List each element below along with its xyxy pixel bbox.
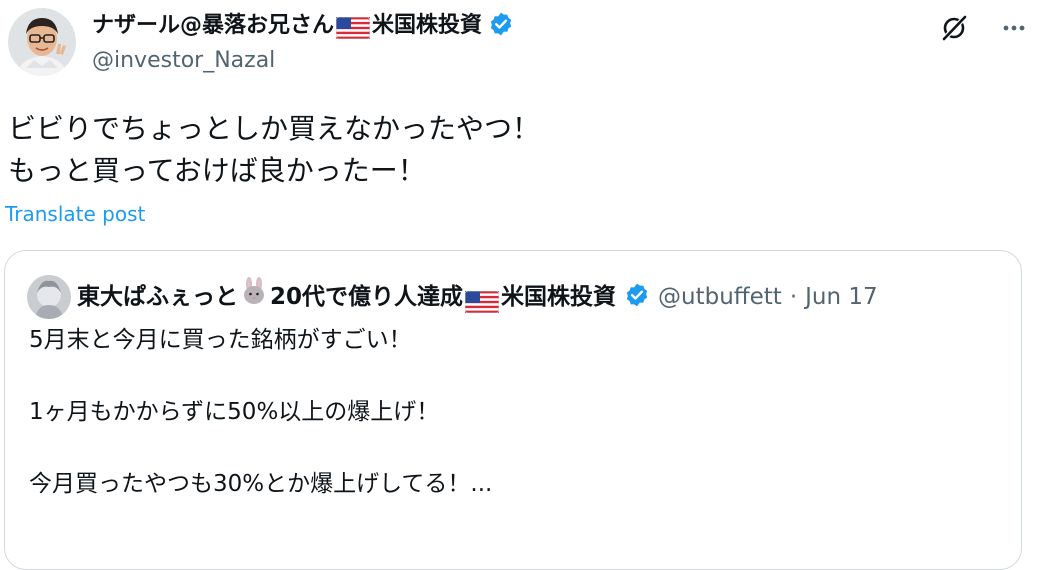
quoted-name-part3: 米国株投資 [501, 283, 617, 310]
author-name-part1: ナザール@暴落お兄さん [92, 13, 335, 38]
quoted-text-line-2: 1ヶ月もかからずに50%以上の爆上げ！ [29, 399, 440, 425]
top-actions [936, 10, 1032, 46]
quoted-author-display-name[interactable]: 東大ぱふぇっと 20代で億り人達成 米国株投資 [77, 276, 616, 319]
us-flag-icon [464, 286, 500, 314]
quoted-text-line-1: 5月末と今月に買った銘柄がすごい！ [29, 327, 412, 353]
author-display-name[interactable]: ナザール@暴落お兄さん 米国株投資 [92, 8, 482, 44]
post-card: ナザール@暴落お兄さん 米国株投資 @investor_Nazal ビビりでちょ… [0, 0, 1052, 570]
quoted-post-date[interactable]: Jun 17 [805, 277, 878, 317]
quoted-author-avatar[interactable] [27, 275, 71, 319]
meta-separator: · [789, 284, 798, 310]
quoted-post-header: 東大ぱふぇっと 20代で億り人達成 米国株投資 @utbuffett · Jun… [77, 276, 878, 319]
post-text: ビビりでちょっとしか買えなかったやつ！ もっと買っておけば良かったー！ [8, 108, 540, 192]
translate-post-link[interactable]: Translate post [5, 200, 145, 228]
quoted-name-part1: 東大ぱふぇっと [77, 283, 238, 310]
us-flag-icon [335, 15, 371, 40]
post-text-line-2: もっと買っておけば良かったー！ [8, 154, 426, 187]
verified-badge-icon [488, 11, 514, 41]
quoted-author-handle[interactable]: @utbuffett [658, 277, 782, 317]
author-handle[interactable]: @investor_Nazal [92, 45, 275, 77]
quoted-name-part2: 20代で億り人達成 [270, 283, 464, 310]
quoted-post-card[interactable]: 東大ぱふぇっと 20代で億り人達成 米国株投資 @utbuffett · Jun… [4, 250, 1022, 570]
more-horizontal-icon[interactable] [996, 10, 1032, 46]
author-name-row[interactable]: ナザール@暴落お兄さん 米国株投資 [92, 8, 514, 44]
grok-icon[interactable] [936, 10, 972, 46]
author-avatar[interactable] [8, 8, 76, 76]
verified-badge-icon [624, 282, 650, 312]
quoted-text-line-3: 今月買ったやつも30%とか爆上げしてる！... [29, 471, 493, 497]
author-name-part2: 米国株投資 [372, 13, 483, 38]
rabbit-icon [239, 276, 269, 319]
post-text-line-1: ビビりでちょっとしか買えなかったやつ！ [8, 112, 541, 145]
